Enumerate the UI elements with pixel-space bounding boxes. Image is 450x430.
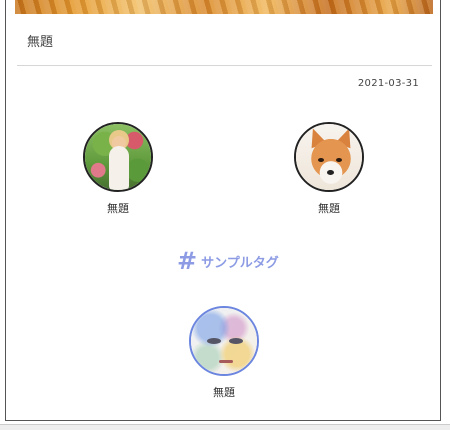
tag-link[interactable]: # サンプルタグ xyxy=(177,247,279,275)
thumbnail-image-watercolor[interactable] xyxy=(189,306,259,376)
thumbnail-label[interactable]: 無題 xyxy=(188,384,260,400)
thumbnail-item[interactable]: 無題 xyxy=(188,306,260,400)
post-title[interactable]: 無題 xyxy=(27,31,53,50)
divider xyxy=(17,65,432,66)
thumbnail-image-fox[interactable] xyxy=(294,122,364,192)
bottom-scroll-edge xyxy=(0,424,450,430)
tag-label[interactable]: サンプルタグ xyxy=(201,252,279,271)
post-card: 無題 2021-03-31 無題 無題 # サンプルタグ 無題 xyxy=(5,0,441,421)
hero-image[interactable] xyxy=(15,0,433,14)
thumbnail-label[interactable]: 無題 xyxy=(82,200,154,216)
hashtag-icon: # xyxy=(177,247,198,275)
post-date: 2021-03-31 xyxy=(357,78,419,89)
thumbnail-item[interactable]: 無題 xyxy=(293,122,365,216)
thumbnail-item[interactable]: 無題 xyxy=(82,122,154,216)
thumbnail-label[interactable]: 無題 xyxy=(293,200,365,216)
thumbnail-image-girl[interactable] xyxy=(83,122,153,192)
